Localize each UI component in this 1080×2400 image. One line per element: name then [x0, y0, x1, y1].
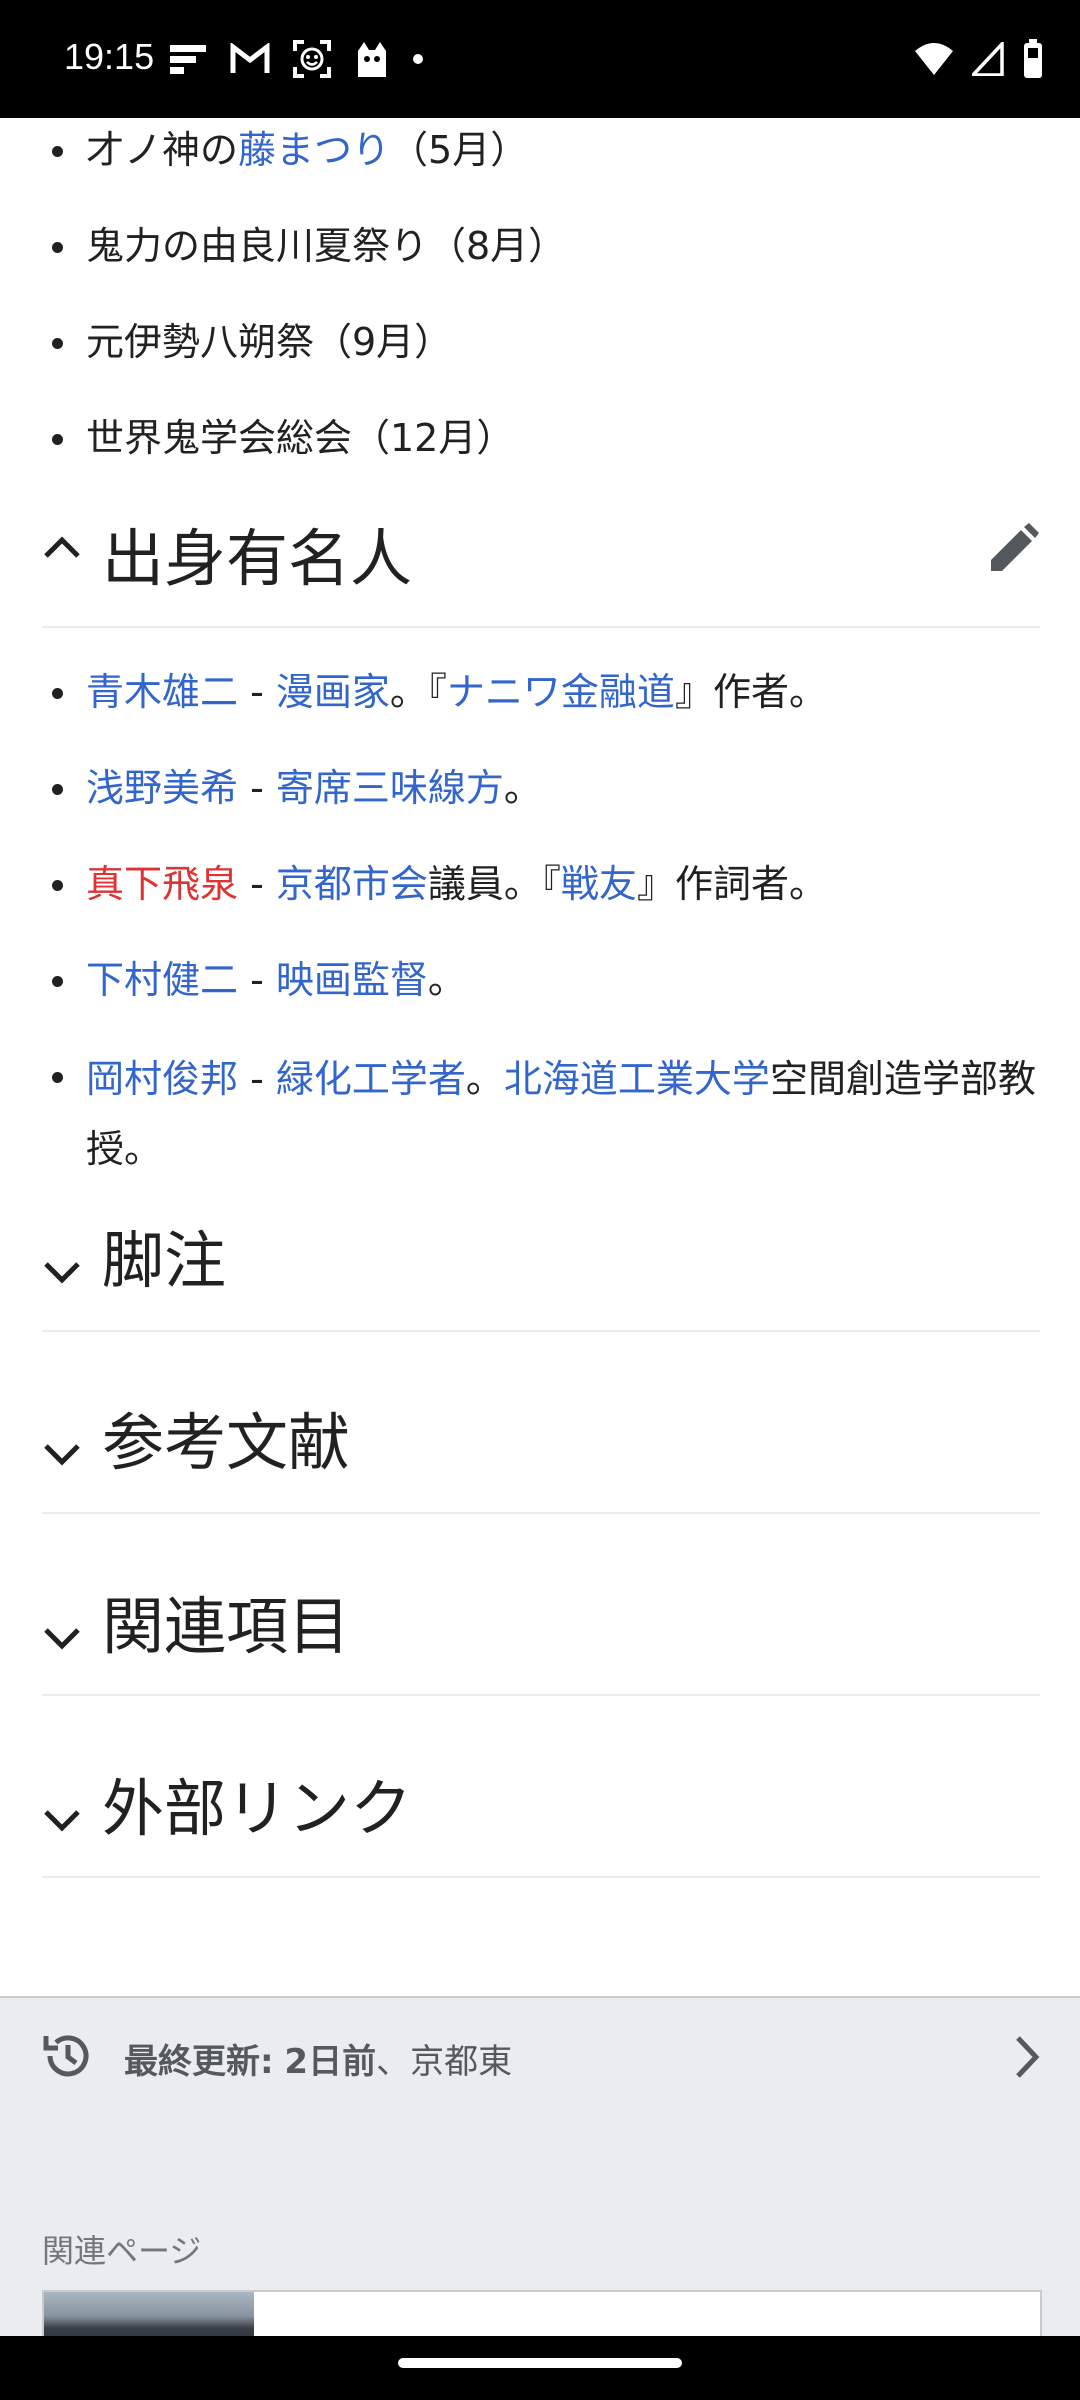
text: 』作詞者。	[636, 862, 827, 906]
last-editor: 京都東	[410, 2042, 513, 2082]
notable-people-list: 青木雄二 - 漫画家。『ナニワ金融道』作者。 浅野美希 - 寄席三味線方。 真下…	[0, 660, 1080, 1184]
wifi-icon	[915, 43, 953, 75]
home-handle[interactable]	[398, 2358, 682, 2368]
pencil-icon[interactable]	[988, 522, 1040, 574]
list-item: 世界鬼学会総会（12月）	[0, 406, 1080, 502]
section-header-references[interactable]: 参考文献	[42, 1332, 1040, 1514]
list-item: 真下飛泉 - 京都市会議員。『戦友』作詞者。	[0, 852, 1080, 948]
section-title: 関連項目	[102, 1590, 351, 1663]
person-link[interactable]: 下村健二	[86, 958, 238, 1002]
last-updated-text: 最終更新: 2日前、京都東	[124, 2034, 512, 2083]
text: 』作者。	[674, 670, 827, 714]
chevron-down-icon	[44, 1444, 80, 1466]
list-item: 青木雄二 - 漫画家。『ナニワ金融道』作者。	[0, 660, 1080, 756]
separator: 、	[376, 2042, 411, 2082]
face-scan-icon	[293, 40, 331, 78]
more-dot-icon	[413, 54, 423, 64]
gesture-nav-bar[interactable]	[0, 2336, 1080, 2400]
gmail-icon	[230, 43, 270, 73]
separator: -	[238, 862, 276, 906]
notification-icons	[168, 36, 424, 82]
status-bar: 19:15	[0, 0, 1080, 118]
related-pages-label: 関連ページ	[42, 2232, 202, 2270]
text: 議員。『	[427, 862, 561, 906]
university-link[interactable]: 北海道工業大学	[504, 1057, 770, 1101]
list-item: 鬼力の由良川夏祭り（8月）	[0, 214, 1080, 310]
last-updated-bar[interactable]: 最終更新: 2日前、京都東	[0, 1996, 1080, 2118]
section-title: 外部リンク	[102, 1772, 413, 1845]
festival-list: 才ノ神の藤まつり（5月） 鬼力の由良川夏祭り（8月） 元伊勢八朔祭（9月） 世界…	[0, 118, 1080, 502]
section-title: 出身有名人	[102, 522, 413, 595]
list-item-text: （5月）	[390, 128, 529, 172]
system-icons	[914, 36, 1044, 82]
battery-icon	[1024, 39, 1042, 78]
work-link[interactable]: 戦友	[561, 862, 637, 906]
list-item: 岡村俊邦 - 緑化工学者。北海道工業大学空間創造学部教授。	[0, 1044, 1080, 1184]
notification-feed-icon	[170, 45, 206, 74]
section-title: 参考文献	[102, 1406, 351, 1479]
chevron-up-icon	[44, 536, 80, 558]
separator: -	[238, 766, 276, 810]
list-item: 下村健二 - 映画監督。	[0, 948, 1080, 1044]
list-item: 才ノ神の藤まつり（5月）	[0, 118, 1080, 214]
text: 。『	[389, 670, 447, 714]
occupation-link[interactable]: 映画監督	[276, 958, 428, 1002]
chevron-down-icon	[44, 1628, 80, 1650]
list-item-text: 世界鬼学会総会（12月）	[86, 416, 515, 460]
person-link[interactable]: 青木雄二	[86, 670, 238, 714]
text: 。	[465, 1057, 504, 1101]
link-fuji-matsuri[interactable]: 藤まつり	[238, 128, 390, 172]
separator: -	[238, 670, 276, 714]
text: 。	[503, 766, 542, 810]
occupation-link[interactable]: 漫画家	[276, 670, 390, 714]
text: 。	[427, 958, 466, 1002]
person-link[interactable]: 岡村俊邦	[86, 1057, 238, 1101]
history-icon	[43, 2035, 89, 2077]
section-header-external[interactable]: 外部リンク	[42, 1696, 1040, 1878]
occupation-link[interactable]: 緑化工学者	[276, 1057, 466, 1101]
occupation-link[interactable]: 寄席三味線方	[276, 766, 504, 810]
status-time: 19:15	[64, 36, 155, 77]
section-title: 脚注	[102, 1224, 227, 1297]
chevron-right-icon	[1016, 2036, 1040, 2078]
chevron-down-icon	[44, 1262, 80, 1284]
separator: -	[238, 1057, 276, 1101]
section-header-related[interactable]: 関連項目	[42, 1514, 1040, 1696]
list-item-text: 才ノ神の	[86, 128, 239, 172]
last-updated-label: 最終更新:	[124, 2042, 274, 2082]
list-item: 元伊勢八朔祭（9月）	[0, 310, 1080, 406]
section-header-footnotes[interactable]: 脚注	[42, 1200, 1040, 1332]
person-link[interactable]: 浅野美希	[86, 766, 238, 810]
app-notification-icon	[358, 42, 386, 77]
person-link-missing[interactable]: 真下飛泉	[86, 862, 238, 906]
signal-icon	[972, 42, 1004, 76]
chevron-down-icon	[44, 1810, 80, 1832]
work-link[interactable]: ナニワ金融道	[447, 670, 675, 714]
related-pages-area: 関連ページ	[0, 2116, 1080, 2352]
list-item-text: 鬼力の由良川夏祭り（8月）	[86, 224, 567, 268]
separator: -	[238, 958, 276, 1002]
last-updated-value: 2日前	[284, 2042, 377, 2082]
list-item: 浅野美希 - 寄席三味線方。	[0, 756, 1080, 852]
organization-link[interactable]: 京都市会	[276, 862, 428, 906]
section-header-notable[interactable]: 出身有名人	[42, 498, 1040, 628]
list-item-text: 元伊勢八朔祭（9月）	[86, 320, 453, 364]
